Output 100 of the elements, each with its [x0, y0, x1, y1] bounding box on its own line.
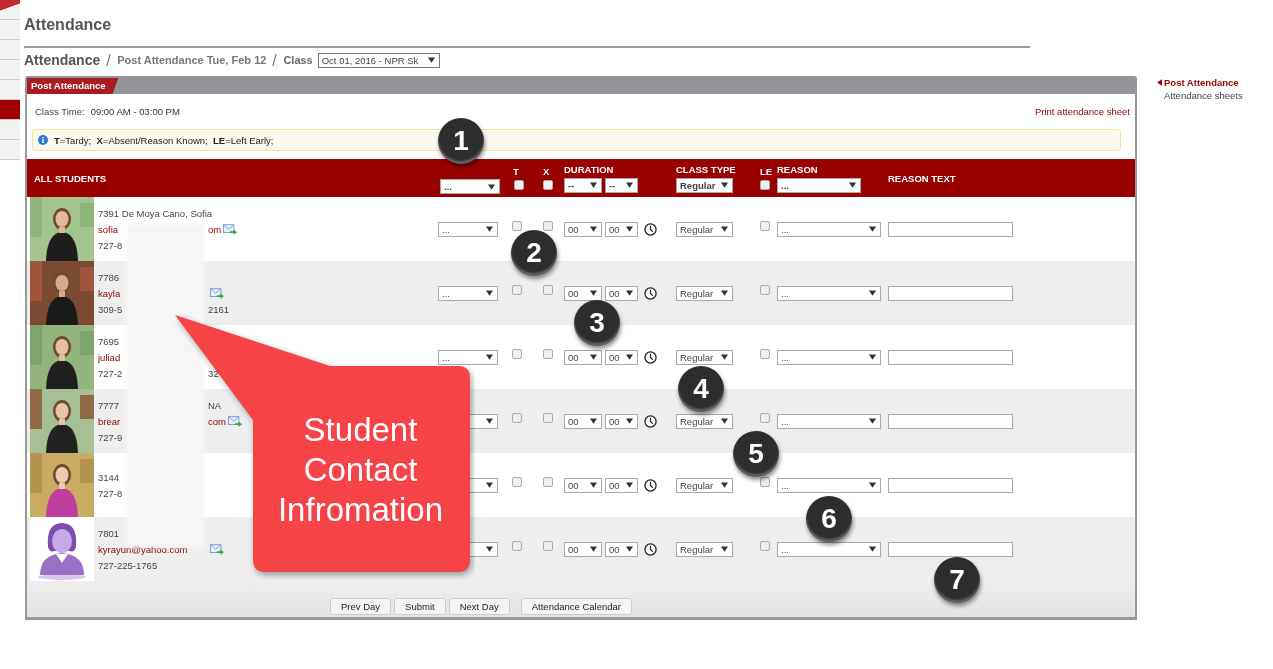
nav-tab[interactable]	[0, 0, 20, 20]
checkbox[interactable]	[512, 349, 522, 359]
reason-select[interactable]: ...	[777, 221, 881, 237]
envelope-icon[interactable]	[210, 287, 224, 299]
envelope-icon[interactable]	[227, 415, 242, 427]
reason-select[interactable]: ...	[777, 541, 881, 557]
checkbox[interactable]	[760, 180, 770, 190]
footer-button[interactable]: Next Day	[448, 598, 510, 615]
caret-icon	[866, 354, 876, 360]
reason-text-field[interactable]	[888, 477, 1013, 493]
email-link[interactable]: om	[208, 223, 222, 235]
checkbox[interactable]	[512, 477, 522, 487]
caret-icon	[718, 354, 728, 360]
checkbox[interactable]	[512, 221, 522, 231]
email-link[interactable]: juliad	[98, 351, 121, 363]
email-link[interactable]: kayla	[98, 287, 121, 299]
checkbox[interactable]	[512, 413, 522, 423]
clock-icon[interactable]	[644, 350, 657, 364]
phone-number: 32	[208, 367, 219, 379]
checkbox[interactable]	[760, 477, 770, 487]
reason-text-field[interactable]	[888, 285, 1013, 301]
column-header: T	[513, 166, 519, 177]
side-nav-link[interactable]: Post Attendance	[1157, 76, 1243, 89]
status-select[interactable]: ...	[440, 179, 500, 194]
checkbox[interactable]	[760, 349, 770, 359]
class-type-select[interactable]: Regular	[676, 177, 733, 193]
hours-select[interactable]: 00	[564, 349, 602, 365]
clock-icon[interactable]	[644, 414, 657, 428]
clock-icon[interactable]	[644, 286, 657, 300]
clock-icon[interactable]	[644, 222, 657, 236]
hours-select[interactable]: --	[564, 177, 602, 193]
email-link[interactable]: com	[208, 415, 226, 427]
clock-icon[interactable]	[644, 542, 657, 556]
class-type-select[interactable]: Regular	[676, 285, 733, 301]
checkbox[interactable]	[760, 413, 770, 423]
email-link[interactable]: kyrayun@yahoo.com	[98, 543, 188, 555]
checkbox[interactable]	[543, 180, 553, 190]
hours-select[interactable]: 00	[564, 413, 602, 429]
reason-text-field[interactable]	[888, 221, 1013, 237]
minutes-select[interactable]: --	[605, 177, 638, 193]
legend-text: T=Tardy; X=Absent/Reason Known; LE=Left Early;	[54, 134, 274, 146]
status-select[interactable]: ...	[438, 285, 498, 301]
reason-select[interactable]: ...	[777, 477, 881, 493]
reason-text-field[interactable]	[888, 541, 1013, 557]
page-title: Attendance	[24, 15, 113, 34]
status-select[interactable]: ...	[438, 349, 498, 365]
student-name: NA	[208, 399, 222, 411]
hours-select[interactable]: 00	[564, 541, 602, 557]
checkbox[interactable]	[543, 285, 553, 295]
breadcrumb-root[interactable]: Attendance	[24, 52, 101, 68]
reason-select[interactable]: ...	[777, 285, 881, 301]
email-link[interactable]: brear	[98, 415, 121, 427]
checkbox[interactable]	[760, 221, 770, 231]
caret-icon	[623, 482, 633, 488]
class-type-select[interactable]: Regular	[676, 349, 733, 365]
class-type-select[interactable]: Regular	[676, 221, 733, 237]
checkbox[interactable]	[543, 413, 553, 423]
student-name: 7777	[98, 399, 120, 411]
class-type-select[interactable]: Regular	[676, 541, 733, 557]
footer-button[interactable]: Attendance Calendar	[520, 598, 632, 615]
checkbox[interactable]	[543, 221, 553, 231]
checkbox[interactable]	[512, 541, 522, 551]
footer-button[interactable]: Submit	[394, 598, 446, 615]
reason-text-field[interactable]	[888, 413, 1013, 429]
class-type-select[interactable]: Regular	[676, 413, 733, 429]
checkbox[interactable]	[514, 180, 524, 190]
minutes-select[interactable]: 00	[605, 349, 638, 365]
column-header: ALL STUDENTS	[34, 172, 107, 184]
clock-icon[interactable]	[644, 478, 657, 492]
nav-tab[interactable]	[0, 100, 20, 120]
minutes-select[interactable]: 00	[605, 221, 638, 237]
minutes-select[interactable]: 00	[605, 285, 638, 301]
envelope-icon[interactable]	[210, 543, 224, 555]
hours-select[interactable]: 00	[564, 285, 602, 301]
caret-icon	[483, 546, 493, 552]
status-select[interactable]: ...	[438, 221, 498, 237]
column-header: LE	[760, 166, 773, 177]
reason-select[interactable]: ...	[777, 349, 881, 365]
minutes-select[interactable]: 00	[605, 413, 638, 429]
class-type-select[interactable]: Regular	[676, 477, 733, 493]
email-link[interactable]: sofia	[98, 223, 119, 235]
checkbox[interactable]	[760, 541, 770, 551]
class-select[interactable]: Oct 01, 2016 - NPR Sk	[317, 52, 440, 68]
caret-icon	[718, 226, 728, 232]
hours-select[interactable]: 00	[564, 221, 602, 237]
checkbox[interactable]	[543, 541, 553, 551]
reason-select[interactable]: ...	[777, 177, 861, 193]
minutes-select[interactable]: 00	[605, 541, 638, 557]
print-link[interactable]: Print attendance sheet	[1034, 105, 1130, 117]
reason-text-field[interactable]	[888, 349, 1013, 365]
hours-select[interactable]: 00	[564, 477, 602, 493]
footer-button[interactable]: Prev Day	[330, 598, 392, 615]
checkbox[interactable]	[512, 285, 522, 295]
envelope-icon[interactable]	[223, 223, 238, 235]
checkbox[interactable]	[543, 477, 553, 487]
checkbox[interactable]	[760, 285, 770, 295]
side-nav-link[interactable]: Attendance sheets	[1157, 89, 1243, 102]
reason-select[interactable]: ...	[777, 413, 881, 429]
checkbox[interactable]	[543, 349, 553, 359]
minutes-select[interactable]: 00	[605, 477, 638, 493]
